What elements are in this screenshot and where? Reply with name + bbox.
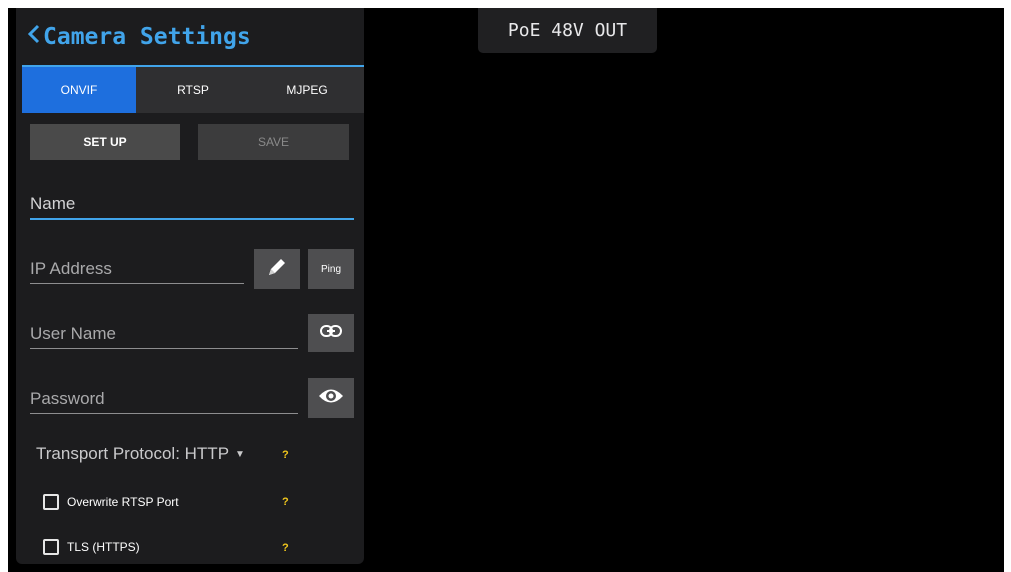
camera-screen: Camera Settings ONVIF RTSP MJPEG SET UP … (8, 8, 1004, 572)
password-field[interactable]: Password (30, 389, 298, 414)
tls-help-icon[interactable]: ? (282, 542, 289, 554)
link-icon (319, 323, 343, 344)
tab-mjpeg[interactable]: MJPEG (250, 67, 364, 113)
setup-button[interactable]: SET UP (30, 124, 180, 160)
save-button[interactable]: SAVE (198, 124, 349, 160)
overwrite-rtsp-port-checkbox[interactable]: Overwrite RTSP Port (43, 494, 179, 510)
show-password-button[interactable] (308, 378, 354, 418)
checkbox-icon (43, 539, 59, 555)
tls-https-checkbox[interactable]: TLS (HTTPS) (43, 539, 140, 555)
caret-down-icon: ▼ (235, 449, 245, 461)
tab-onvif[interactable]: ONVIF (22, 67, 136, 113)
protocol-tabs: ONVIF RTSP MJPEG (22, 65, 364, 113)
ip-address-field[interactable]: IP Address (30, 259, 244, 284)
overwrite-rtsp-port-label: Overwrite RTSP Port (67, 495, 179, 509)
tls-https-label: TLS (HTTPS) (67, 540, 140, 554)
transport-protocol-label: Transport Protocol: HTTP (36, 444, 230, 463)
overwrite-rtsp-port-help-icon[interactable]: ? (282, 496, 289, 508)
poe-status-badge: PoE 48V OUT (478, 8, 657, 53)
user-name-field[interactable]: User Name (30, 324, 298, 349)
transport-help-icon[interactable]: ? (282, 449, 289, 461)
page-title[interactable]: Camera Settings (27, 24, 251, 50)
link-button[interactable] (308, 314, 354, 352)
checkbox-icon (43, 494, 59, 510)
camera-settings-panel: Camera Settings ONVIF RTSP MJPEG SET UP … (16, 8, 364, 564)
chevron-left-icon[interactable] (27, 24, 40, 50)
name-field[interactable]: Name (30, 194, 354, 220)
page-title-text: Camera Settings (43, 24, 251, 50)
transport-protocol-dropdown[interactable]: Transport Protocol: HTTP ▼ (36, 444, 245, 464)
tab-rtsp[interactable]: RTSP (136, 67, 250, 113)
ping-button[interactable]: Ping (308, 249, 354, 289)
edit-ip-button[interactable] (254, 249, 300, 289)
eye-icon (318, 387, 344, 410)
pencil-icon (266, 256, 288, 283)
